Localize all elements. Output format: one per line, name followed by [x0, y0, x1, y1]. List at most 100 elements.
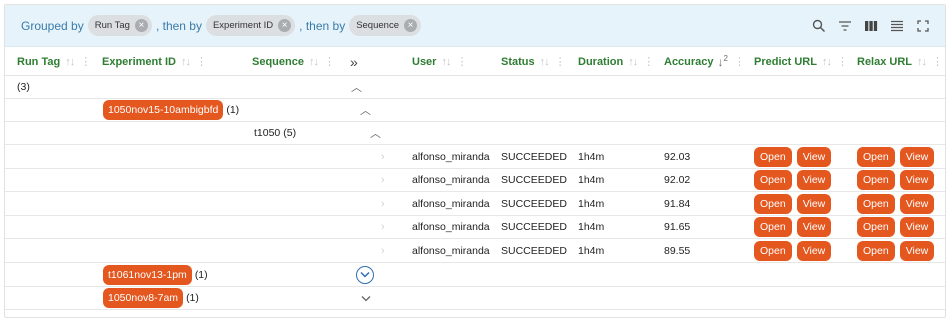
predict-view-button[interactable]: View: [796, 217, 832, 237]
data-grid: Grouped by Run Tag × , then by Experimen…: [4, 4, 946, 318]
column-header-user[interactable]: User ↑↓ ⋮: [412, 47, 467, 76]
chevron-right-icon[interactable]: ›: [381, 216, 385, 238]
experiment-id-link[interactable]: t1061nov13-1pm: [103, 264, 192, 285]
sort-descending-icon[interactable]: ↓2: [718, 54, 728, 69]
chevron-right-icon[interactable]: ›: [381, 239, 385, 262]
relax-view-button[interactable]: View: [899, 193, 935, 214]
relax-open-button[interactable]: Open: [857, 240, 895, 261]
duration-cell: 1h4m: [578, 174, 605, 186]
column-menu-icon[interactable]: ⋮: [196, 55, 207, 68]
relax-view-button[interactable]: View: [899, 146, 935, 167]
status-cell: SUCCEEDED: [501, 174, 567, 186]
group-chip-sequence[interactable]: Sequence ×: [349, 15, 421, 36]
group-row-experiment: t1061nov13-1pm (1): [5, 263, 945, 287]
relax-view-button[interactable]: View: [899, 240, 935, 261]
expand-all-button[interactable]: »: [350, 47, 358, 76]
table-row[interactable]: › alfonso_miranda SUCCEEDED 1h4m 91.65 O…: [5, 216, 945, 239]
predict-view-button[interactable]: View: [796, 240, 832, 261]
predict-open-button[interactable]: Open: [754, 170, 792, 190]
chevron-right-icon[interactable]: ›: [381, 145, 385, 168]
relax-view-button[interactable]: View: [899, 217, 935, 237]
sort-icon[interactable]: ↑↓: [309, 56, 319, 68]
sort-icon[interactable]: ↑↓: [822, 56, 832, 68]
chevron-up-icon[interactable]: ︿: [370, 122, 381, 144]
experiment-id-link[interactable]: 1050nov15-10ambigbfd: [103, 100, 224, 120]
group-chip-run-tag[interactable]: Run Tag ×: [87, 15, 152, 36]
remove-chip-icon[interactable]: ×: [278, 19, 292, 32]
search-icon[interactable]: [807, 14, 831, 38]
column-header-sequence[interactable]: Sequence ↑↓ ⋮: [252, 47, 335, 76]
column-title: Sequence: [252, 55, 304, 68]
predict-url-cell: Open View: [754, 239, 836, 262]
group-chip-experiment-id[interactable]: Experiment ID ×: [205, 15, 296, 36]
relax-view-button[interactable]: View: [899, 170, 935, 190]
table-row[interactable]: › alfonso_miranda SUCCEEDED 1h4m 92.03 O…: [5, 145, 945, 169]
sort-icon[interactable]: ↑↓: [65, 56, 75, 68]
column-title: User: [412, 55, 437, 68]
chevron-right-icon[interactable]: ›: [381, 169, 385, 191]
column-menu-icon[interactable]: ⋮: [80, 55, 91, 68]
group-cell: 1050nov8-7am (1): [103, 287, 199, 309]
column-title: Relax URL: [857, 55, 913, 68]
predict-view-button[interactable]: View: [796, 146, 832, 167]
sort-icon[interactable]: ↑↓: [441, 56, 451, 68]
chevron-right-icon[interactable]: ›: [381, 192, 385, 215]
sort-icon[interactable]: ↑↓: [540, 56, 550, 68]
predict-open-button[interactable]: Open: [754, 193, 792, 214]
sort-icon[interactable]: ↑↓: [628, 56, 638, 68]
column-menu-icon[interactable]: ⋮: [456, 55, 467, 68]
remove-chip-icon[interactable]: ×: [403, 19, 417, 32]
column-header-relax-url[interactable]: Relax URL ↑↓ ⋮: [857, 47, 943, 76]
sort-icon[interactable]: ↑↓: [181, 56, 191, 68]
column-menu-icon[interactable]: ⋮: [932, 55, 943, 68]
predict-url-cell: Open View: [754, 216, 836, 238]
density-icon[interactable]: [885, 14, 909, 38]
column-menu-icon[interactable]: ⋮: [643, 55, 654, 68]
group-count: (1): [194, 268, 208, 281]
column-menu-icon[interactable]: ⋮: [555, 55, 566, 68]
status-cell: SUCCEEDED: [501, 244, 567, 257]
table-row[interactable]: › alfonso_miranda SUCCEEDED 1h4m 92.02 O…: [5, 169, 945, 192]
relax-open-button[interactable]: Open: [857, 217, 895, 237]
predict-view-button[interactable]: View: [796, 170, 832, 190]
chevron-down-icon[interactable]: [356, 265, 374, 284]
predict-open-button[interactable]: Open: [754, 217, 792, 237]
relax-open-button[interactable]: Open: [857, 193, 895, 214]
status-cell: SUCCEEDED: [501, 197, 567, 210]
duration-cell: 1h4m: [578, 221, 605, 233]
remove-chip-icon[interactable]: ×: [134, 19, 148, 32]
column-header-predict-url[interactable]: Predict URL ↑↓ ⋮: [754, 47, 848, 76]
group-row-experiment: 1050nov15-10ambigbfd (1) ︿: [5, 99, 945, 122]
group-chip-label: Sequence: [356, 20, 399, 31]
duration-cell: 1h4m: [578, 244, 605, 257]
fullscreen-icon[interactable]: [911, 14, 935, 38]
chevron-up-icon[interactable]: ︿: [360, 99, 371, 121]
chevron-up-icon[interactable]: ︿: [351, 76, 362, 98]
filter-icon[interactable]: [833, 14, 857, 38]
expand-group-button[interactable]: [356, 263, 374, 286]
column-header-accuracy[interactable]: Accuracy ↓2 ⋮: [664, 47, 745, 76]
columns-icon[interactable]: [859, 14, 883, 38]
column-header-experiment-id[interactable]: Experiment ID ↑↓ ⋮: [102, 47, 207, 76]
predict-view-button[interactable]: View: [796, 193, 832, 214]
column-menu-icon[interactable]: ⋮: [734, 55, 745, 68]
sort-icon[interactable]: ↑↓: [917, 56, 927, 68]
column-header-status[interactable]: Status ↑↓ ⋮: [501, 47, 566, 76]
group-row-experiment: 1050nov8-7am (1): [5, 287, 945, 310]
relax-open-button[interactable]: Open: [857, 146, 895, 167]
column-menu-icon[interactable]: ⋮: [837, 55, 848, 68]
predict-open-button[interactable]: Open: [754, 240, 792, 261]
experiment-id-link[interactable]: 1050nov8-7am: [103, 288, 184, 308]
predict-open-button[interactable]: Open: [754, 146, 792, 167]
relax-url-cell: Open View: [857, 145, 939, 168]
column-header-run-tag[interactable]: Run Tag ↑↓ ⋮: [17, 47, 91, 76]
table-row[interactable]: › alfonso_miranda SUCCEEDED 1h4m 91.84 O…: [5, 192, 945, 216]
table-row[interactable]: › alfonso_miranda SUCCEEDED 1h4m 89.55 O…: [5, 239, 945, 263]
column-header-duration[interactable]: Duration ↑↓ ⋮: [578, 47, 654, 76]
relax-open-button[interactable]: Open: [857, 170, 895, 190]
column-menu-icon[interactable]: ⋮: [324, 55, 335, 68]
chevron-down-icon[interactable]: [361, 287, 371, 309]
relax-url-cell: Open View: [857, 216, 939, 238]
group-cell: 1050nov15-10ambigbfd (1): [103, 99, 239, 121]
group-row-run-tag: (3) ︿: [5, 76, 945, 99]
